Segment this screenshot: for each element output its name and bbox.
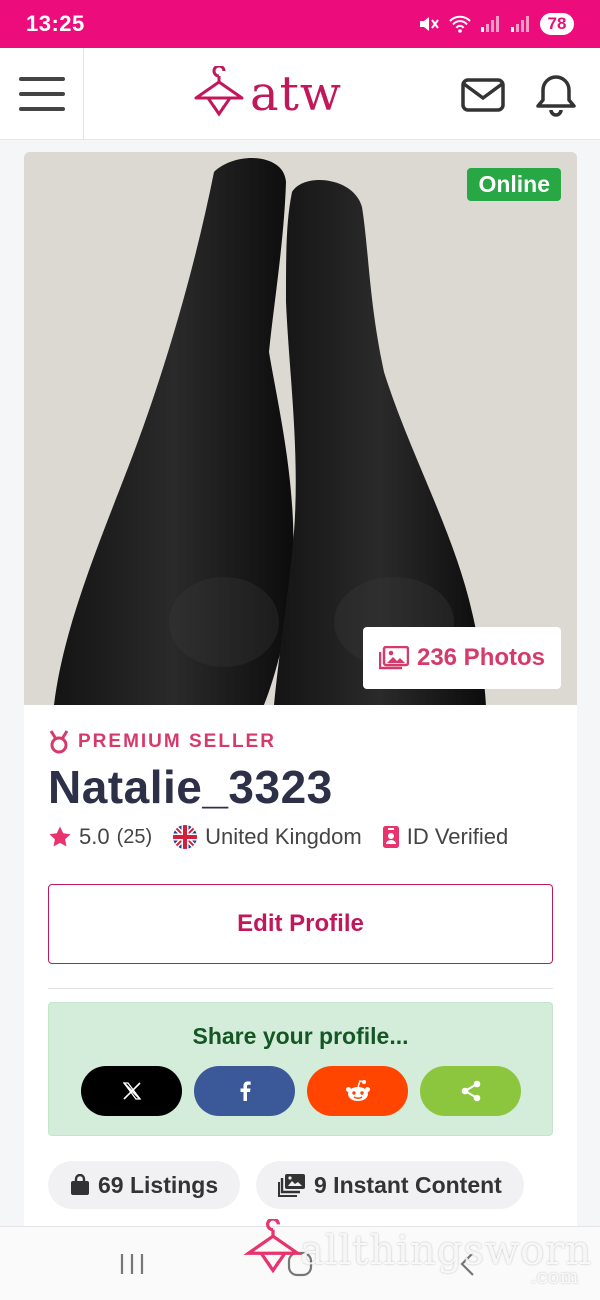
x-icon [122,1082,141,1100]
photos-stack-icon [278,1174,305,1197]
shopping-bag-icon [71,1174,89,1195]
bell-icon [536,75,576,117]
recent-apps-icon [120,1254,144,1274]
rating-value: 5.0 [79,824,110,849]
status-time: 13:25 [26,11,85,36]
share-x-button[interactable] [81,1066,182,1116]
messages-button[interactable] [460,72,506,118]
listings-chip[interactable]: 69 Listings [48,1161,241,1209]
share-icon [461,1080,480,1102]
share-title: Share your profile... [192,1023,409,1049]
signal-icon [481,16,499,32]
online-status-badge: Online [467,168,561,201]
star-icon [49,826,71,847]
notifications-button[interactable] [533,72,579,118]
profile-info: PREMIUM SELLER Natalie_3323 5.0 (25) Uni… [48,730,553,850]
country: United Kingdom [172,824,362,850]
id-verified: ID Verified [382,824,509,850]
profile-username: Natalie_3323 [48,761,333,813]
id-badge-icon [382,826,399,848]
menu-icon-bar [18,91,65,96]
view-photos-button[interactable]: 236 Photos [363,627,561,689]
mute-icon [420,17,439,31]
menu-icon-bar [18,106,65,111]
watermark-hanger-icon [244,1219,302,1274]
rating-count: (25) [116,825,153,848]
status-bar: 13:25 78 [0,0,600,48]
battery-indicator: 78 [540,13,574,35]
share-facebook-button[interactable] [194,1066,295,1116]
profile-photo-image [24,152,577,705]
medal-icon [49,730,69,754]
menu-icon-bar [18,76,65,81]
watermark-domain: .com [530,1264,579,1288]
share-reddit-button[interactable] [307,1066,408,1116]
image-icon [378,646,409,670]
signal-icon-2 [511,16,529,32]
profile-photo[interactable]: Online 236 Photos [24,152,577,705]
rating[interactable]: 5.0 (25) [48,824,152,850]
photos-count-label: 236 Photos [416,644,546,671]
site-logo[interactable]: atw [192,66,342,122]
listings-count: 69 Listings [98,1171,219,1198]
verification-label: ID Verified [406,824,509,849]
recent-apps-button[interactable] [112,1249,152,1279]
hanger-logo-icon [194,66,244,117]
envelope-icon [461,78,505,112]
top-navigation: atw [0,47,600,140]
uk-flag-icon [173,825,198,849]
country-name: United Kingdom [205,824,362,849]
reddit-icon [345,1080,370,1101]
edit-profile-button[interactable]: Edit Profile [48,884,553,964]
logo-text: atw [250,66,342,122]
facebook-icon [240,1081,251,1101]
share-profile-panel: Share your profile... [48,1002,553,1136]
profile-meta: 5.0 (25) United Kingdom ID Verified [48,824,553,850]
seller-level-label: PREMIUM SELLER [78,731,276,752]
instant-content-count: 9 Instant Content [314,1171,502,1198]
system-icons: 78 [418,13,574,35]
share-generic-button[interactable] [420,1066,521,1116]
profile-card: Online 236 Photos PREMIUM SELLER Natalie… [24,152,577,1252]
premium-seller-badge: PREMIUM SELLER [48,730,553,754]
wifi-icon [449,15,471,33]
divider [48,988,553,989]
instant-content-chip[interactable]: 9 Instant Content [256,1161,524,1209]
menu-button[interactable] [0,47,84,140]
